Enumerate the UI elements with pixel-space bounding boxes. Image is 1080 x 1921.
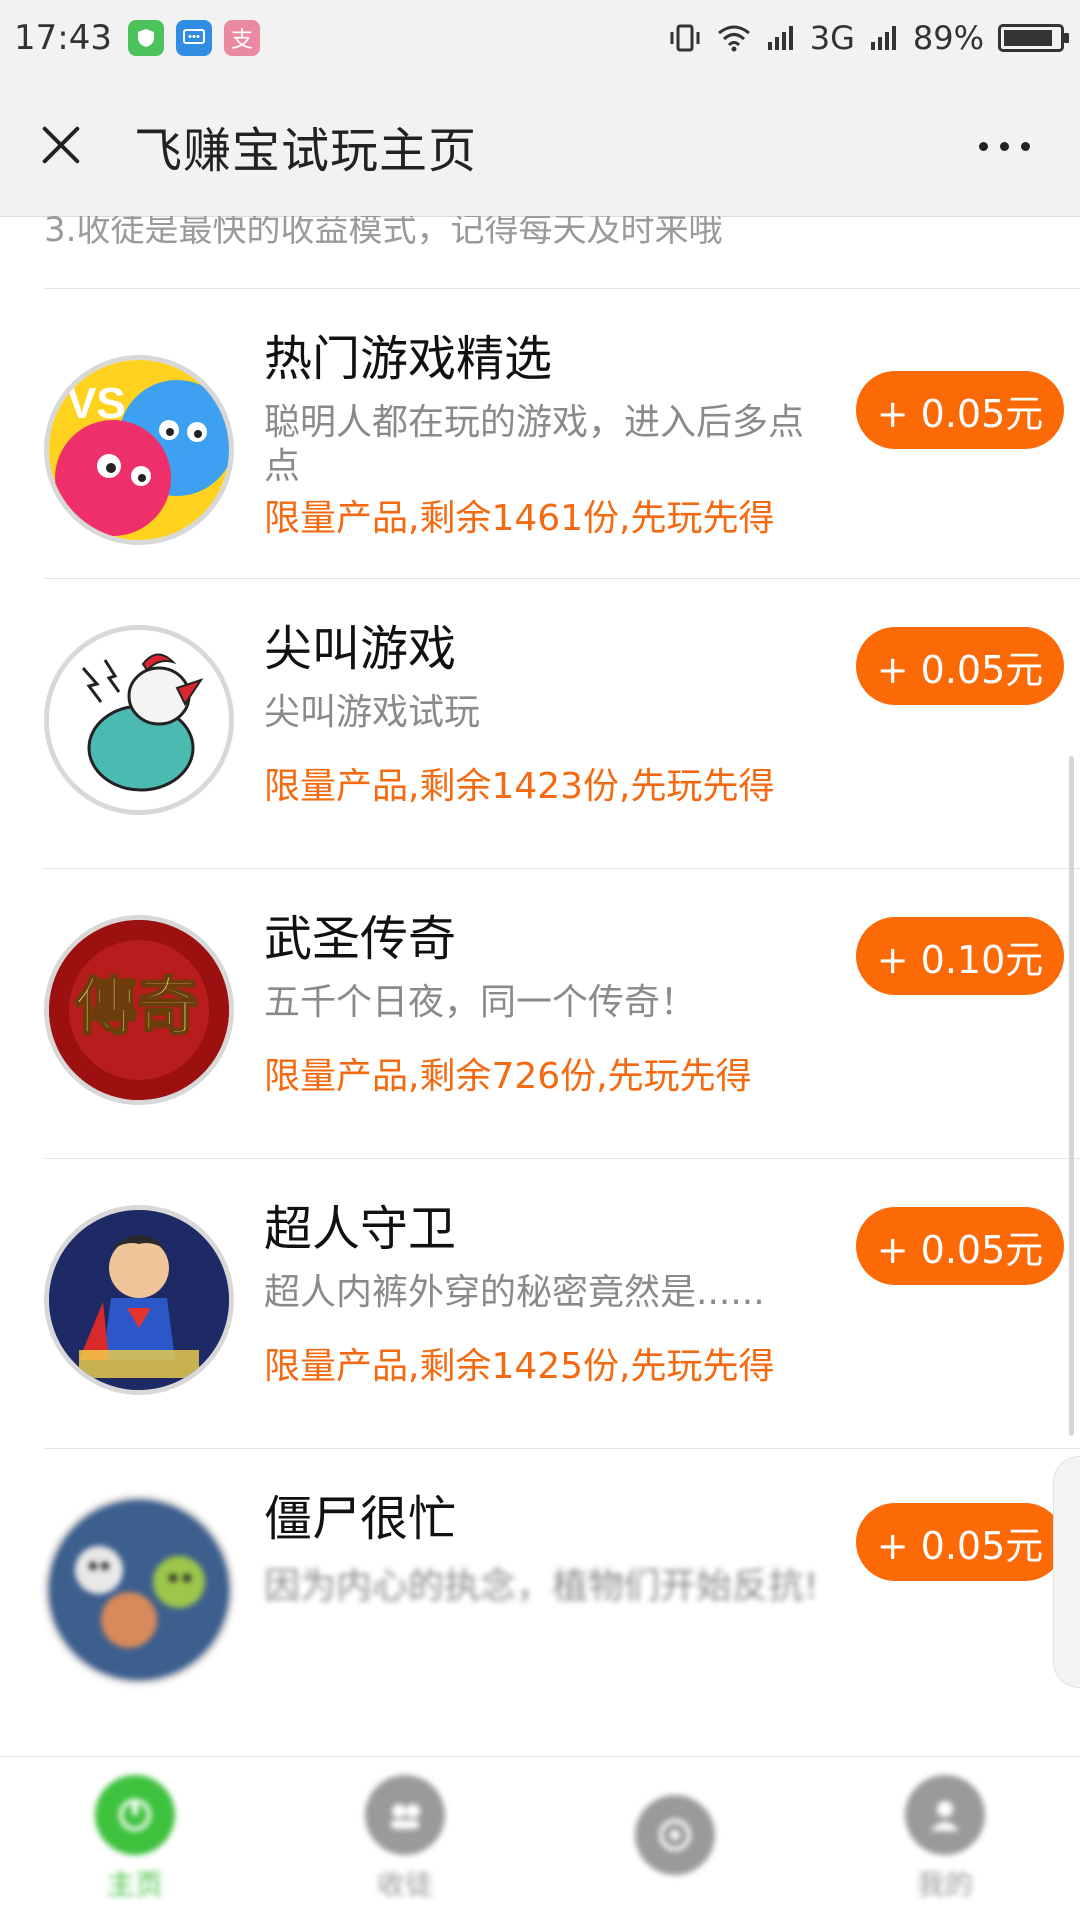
reward-button[interactable]: + 0.05元: [856, 1207, 1064, 1285]
game-desc: 聪明人都在玩的游戏，进入后多点点: [264, 402, 805, 487]
game-stock: 限量产品,剩余1423份,先玩先得: [264, 766, 775, 807]
home-icon: [95, 1775, 175, 1855]
wifi-icon: [717, 25, 750, 52]
game-name: 僵尸很忙: [264, 1491, 457, 1547]
zombies-icon: [44, 1495, 234, 1685]
side-drawer-handle[interactable]: [1053, 1456, 1080, 1688]
tab-apprentice[interactable]: 收徒: [315, 1775, 495, 1903]
message-icon: [175, 20, 212, 56]
game-item[interactable]: 超人守卫 超人内裤外穿的秘密竟然是...... 限量产品,剩余1425份,先玩先…: [0, 1159, 1080, 1449]
alipay-icon: 支: [223, 20, 260, 56]
battery-icon: [998, 24, 1069, 52]
svg-text:傳奇: 傳奇: [74, 970, 199, 1043]
tab-label: 收徒: [376, 1868, 433, 1901]
game-list[interactable]: 3.收徒是最快的收益模式，记得每天及时来哦 VS 热门游戏精选 聪明人都在玩的游…: [0, 216, 1080, 1756]
profile-icon: [905, 1775, 985, 1855]
legend-calligraphy-icon: 傳奇: [44, 915, 234, 1105]
scrollbar[interactable]: [1069, 756, 1074, 1436]
screaming-chicken-icon: [44, 625, 234, 815]
more-dot-icon: [979, 141, 988, 151]
page-title: 飞赚宝试玩主页: [134, 123, 478, 179]
game-name: 尖叫游戏: [264, 621, 457, 677]
vibrate-icon: [670, 24, 700, 52]
status-right: 3G 89%: [668, 19, 1069, 57]
reward-button[interactable]: + 0.05元: [856, 371, 1064, 449]
signal-icon: [767, 26, 793, 50]
tab-profile[interactable]: 我的: [855, 1775, 1035, 1903]
signal-icon-2: [870, 26, 896, 50]
game-item[interactable]: 傳奇 武圣传奇 五千个日夜，同一个传奇！ 限量产品,剩余726份,先玩先得 + …: [0, 869, 1080, 1159]
game-desc: 因为内心的执念，植物们开始反抗!: [264, 1566, 819, 1607]
tip-text: 3.收徒是最快的收益模式，记得每天及时来哦: [44, 216, 723, 250]
more-dot-icon: [1000, 141, 1009, 151]
status-time: 17:43: [14, 18, 112, 58]
tab-target[interactable]: [585, 1795, 765, 1883]
title-bar: 飞赚宝试玩主页: [0, 76, 1080, 217]
notification-icons: 支: [127, 20, 260, 56]
more-options-button[interactable]: [979, 141, 1030, 151]
game-item[interactable]: 僵尸很忙 因为内心的执念，植物们开始反抗! + 0.05元: [0, 1449, 1080, 1756]
game-desc: 尖叫游戏试玩: [264, 692, 481, 733]
superhero-icon: [44, 1205, 234, 1395]
close-button[interactable]: [30, 116, 90, 176]
game-item[interactable]: VS 热门游戏精选 聪明人都在玩的游戏，进入后多点点 限量产品,剩余1461份,…: [0, 289, 1080, 579]
game-stock: 限量产品,剩余1425份,先玩先得: [264, 1346, 775, 1387]
reward-button[interactable]: + 0.05元: [856, 1503, 1064, 1581]
svg-text:VS: VS: [67, 379, 126, 428]
game-desc: 超人内裤外穿的秘密竟然是......: [264, 1272, 765, 1313]
game-name: 超人守卫: [264, 1201, 457, 1257]
status-bar: 17:43 支 3G 89%: [0, 0, 1080, 76]
reward-button[interactable]: + 0.05元: [856, 627, 1064, 705]
target-icon: [635, 1795, 715, 1875]
more-dot-icon: [1021, 141, 1030, 151]
game-name: 武圣传奇: [264, 911, 457, 967]
game-name: 热门游戏精选: [264, 331, 553, 387]
game-stock: 限量产品,剩余1461份,先玩先得: [264, 498, 775, 539]
apprentice-icon: [365, 1775, 445, 1855]
shield-app-icon: [127, 20, 164, 56]
vs-balls-icon: VS: [44, 355, 234, 545]
tab-home[interactable]: 主页: [45, 1775, 225, 1903]
game-desc: 五千个日夜，同一个传奇！: [264, 982, 697, 1023]
game-stock: 限量产品,剩余726份,先玩先得: [264, 1056, 752, 1097]
battery-percent: 89%: [912, 19, 984, 57]
network-type: 3G: [809, 19, 855, 57]
game-item[interactable]: 尖叫游戏 尖叫游戏试玩 限量产品,剩余1423份,先玩先得 + 0.05元: [0, 579, 1080, 869]
tab-label: 我的: [916, 1868, 973, 1901]
reward-button[interactable]: + 0.10元: [856, 917, 1064, 995]
tab-label: 主页: [106, 1868, 163, 1901]
bottom-tab-bar: 主页 收徒 我的: [0, 1756, 1080, 1921]
